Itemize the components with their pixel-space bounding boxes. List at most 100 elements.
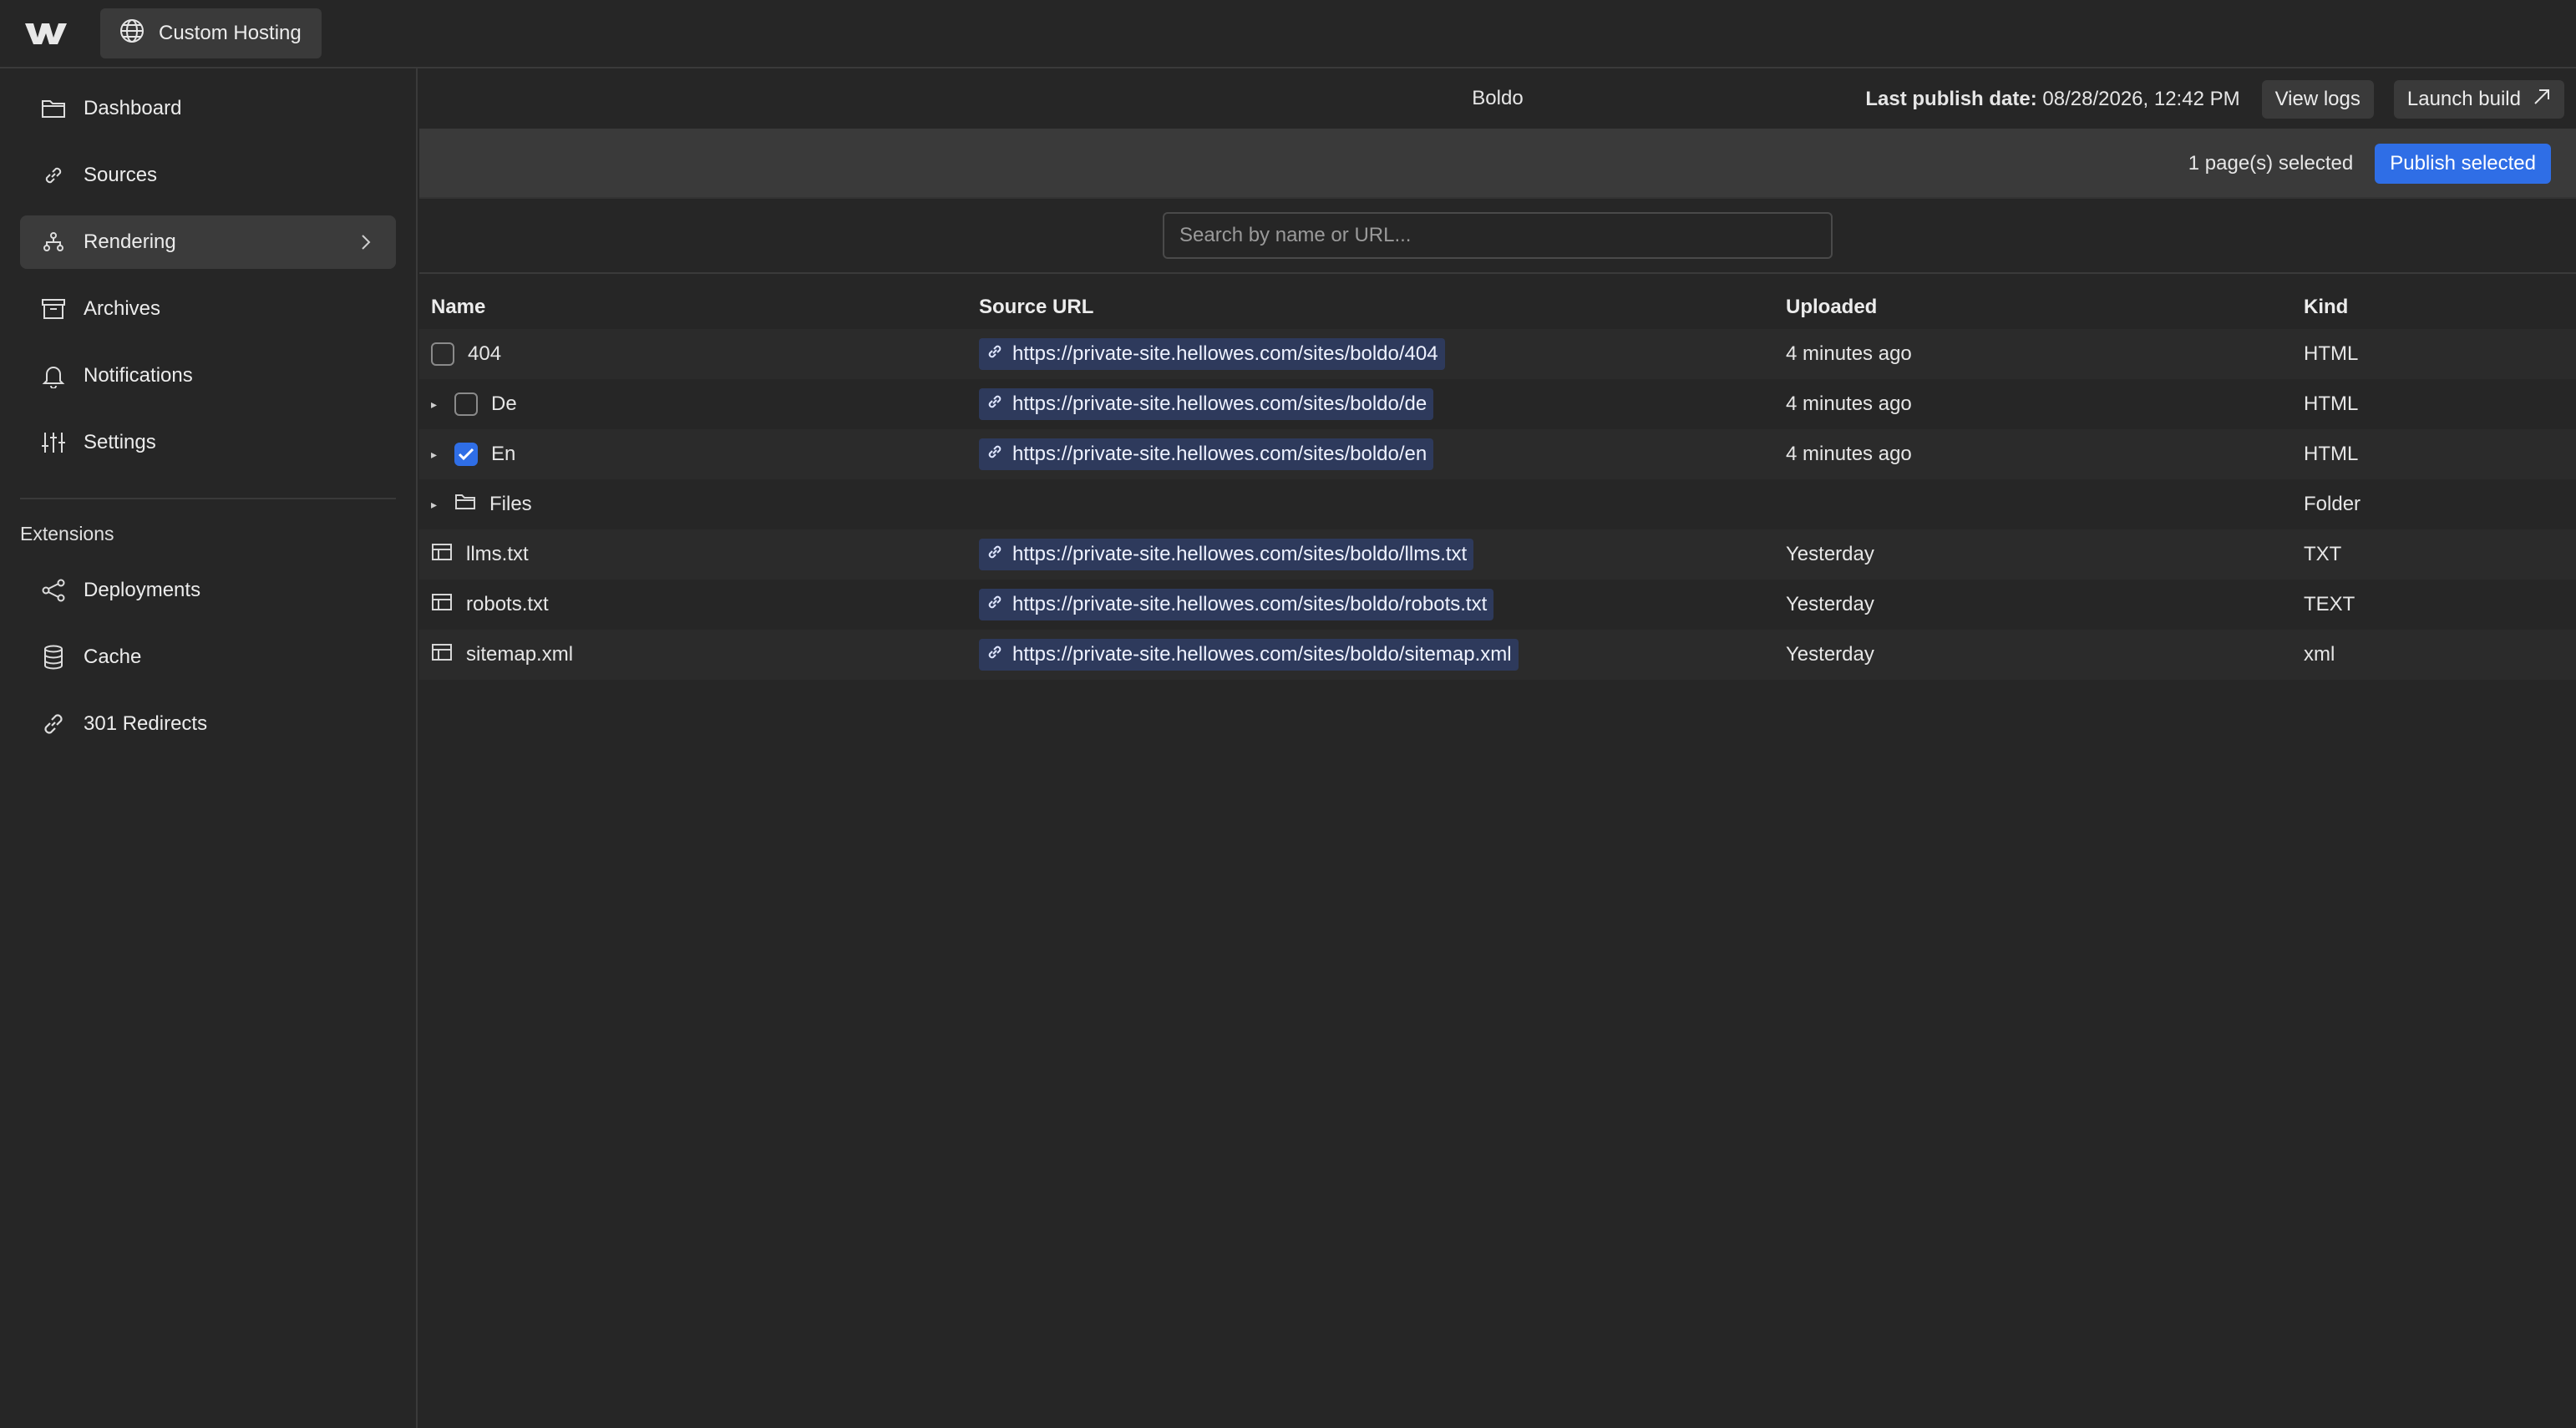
- expand-caret-icon[interactable]: ▸: [431, 448, 441, 462]
- link-icon: [986, 443, 1004, 467]
- search-input[interactable]: [1163, 212, 1833, 259]
- file-table-icon: [431, 542, 453, 568]
- main-content: Boldo Last publish date: 08/28/2026, 12:…: [419, 68, 2576, 1428]
- bell-icon: [40, 362, 67, 389]
- expand-caret-icon[interactable]: ▸: [431, 498, 441, 512]
- link-icon: [40, 162, 67, 189]
- link-icon: [986, 543, 1004, 567]
- row-name: sitemap.xml: [466, 643, 574, 666]
- row-name: Files: [489, 493, 532, 515]
- selection-bar: 1 page(s) selected Publish selected: [419, 130, 2576, 199]
- table-row[interactable]: sitemap.xml https://private-site.hellowe…: [419, 630, 2576, 680]
- row-uploaded: Yesterday: [1786, 529, 2304, 580]
- link-icon: [986, 342, 1004, 367]
- publish-selected-label: Publish selected: [2390, 152, 2536, 175]
- webflow-logo-icon[interactable]: [23, 17, 70, 50]
- sidebar-item-settings[interactable]: Settings: [20, 416, 396, 469]
- sidebar-item-label: Deployments: [84, 579, 201, 601]
- source-url-link[interactable]: https://private-site.hellowes.com/sites/…: [979, 539, 1474, 570]
- row-kind: TXT: [2304, 529, 2576, 580]
- sidebar-item-label: Cache: [84, 646, 142, 668]
- archive-icon: [40, 296, 67, 322]
- sliders-icon: [40, 429, 67, 456]
- row-name: 404: [468, 342, 502, 365]
- site-header: Boldo Last publish date: 08/28/2026, 12:…: [419, 68, 2576, 130]
- row-checkbox[interactable]: [431, 342, 454, 366]
- source-url-link[interactable]: https://private-site.hellowes.com/sites/…: [979, 639, 1519, 671]
- sidebar-item-label: Rendering: [84, 230, 176, 253]
- row-kind: Folder: [2304, 493, 2361, 515]
- sidebar-item-label: Dashboard: [84, 97, 182, 119]
- table-row[interactable]: robots.txt https://private-site.hellowes…: [419, 580, 2576, 630]
- table-row[interactable]: llms.txt https://private-site.hellowes.c…: [419, 529, 2576, 580]
- row-uploaded: [1786, 479, 2304, 529]
- row-uploaded: 4 minutes ago: [1786, 329, 2304, 379]
- last-publish-info: Last publish date: 08/28/2026, 12:42 PM: [1865, 88, 2239, 111]
- row-checkbox[interactable]: [454, 392, 478, 416]
- column-header-name[interactable]: Name: [419, 286, 979, 329]
- sidebar-item-label: 301 Redirects: [84, 712, 208, 735]
- share-icon: [40, 577, 67, 604]
- row-uploaded: Yesterday: [1786, 630, 2304, 680]
- file-table-icon: [431, 642, 453, 668]
- sidebar-item-sources[interactable]: Sources: [20, 149, 396, 202]
- link-icon: [986, 643, 1004, 667]
- sidebar: Dashboard Sources Rendering Archives Not…: [0, 68, 418, 1428]
- table-row[interactable]: ▸ De https://private-site.hellowes.com/s…: [419, 379, 2576, 429]
- row-uploaded: 4 minutes ago: [1786, 392, 1912, 415]
- sidebar-item-rendering[interactable]: Rendering: [20, 215, 396, 269]
- source-url-link[interactable]: https://private-site.hellowes.com/sites/…: [979, 589, 1494, 620]
- row-kind: HTML: [2304, 429, 2576, 479]
- row-uploaded: Yesterday: [1786, 593, 1874, 615]
- view-logs-button[interactable]: View logs: [2261, 80, 2374, 119]
- table-row[interactable]: ▸ Files Folder: [419, 479, 2576, 529]
- last-publish-label: Last publish date:: [1865, 88, 2037, 110]
- top-bar: Custom Hosting: [0, 0, 2576, 68]
- sidebar-item-label: Notifications: [84, 364, 193, 387]
- view-logs-label: View logs: [2274, 88, 2360, 110]
- chain-icon: [40, 711, 67, 737]
- launch-build-label: Launch build: [2406, 88, 2521, 110]
- last-publish-value: 08/28/2026, 12:42 PM: [2042, 88, 2240, 110]
- extensions-heading: Extensions: [20, 523, 114, 544]
- search-row: [419, 199, 2576, 274]
- files-table: Name Source URL Uploaded Kind 404 https:…: [419, 286, 2576, 680]
- row-kind: HTML: [2304, 392, 2359, 415]
- table-row[interactable]: 404 https://private-site.hellowes.com/si…: [419, 329, 2576, 379]
- app-label: Custom Hosting: [159, 22, 302, 44]
- arrow-up-right-icon: [2533, 88, 2551, 112]
- sidebar-item-cache[interactable]: Cache: [20, 630, 396, 684]
- source-url-link[interactable]: https://private-site.hellowes.com/sites/…: [979, 388, 1434, 420]
- expand-caret-icon[interactable]: ▸: [431, 398, 441, 412]
- row-uploaded: 4 minutes ago: [1786, 429, 2304, 479]
- column-header-source-url[interactable]: Source URL: [979, 286, 1786, 329]
- sidebar-item-deployments[interactable]: Deployments: [20, 564, 396, 617]
- row-name: De: [491, 392, 517, 415]
- file-table-icon: [431, 592, 453, 618]
- source-url-text: https://private-site.hellowes.com/sites/…: [1012, 392, 1427, 415]
- row-name: robots.txt: [466, 593, 549, 615]
- row-name: llms.txt: [466, 543, 529, 565]
- sidebar-item-archives[interactable]: Archives: [20, 282, 396, 336]
- source-url-link[interactable]: https://private-site.hellowes.com/sites/…: [979, 338, 1445, 370]
- table-row[interactable]: ▸ En https://private-site.hellowes.com/s…: [419, 429, 2576, 479]
- sidebar-item-notifications[interactable]: Notifications: [20, 349, 396, 403]
- source-url-link[interactable]: https://private-site.hellowes.com/sites/…: [979, 438, 1434, 470]
- selection-count: 1 page(s) selected: [2188, 152, 2354, 175]
- publish-selected-button[interactable]: Publish selected: [2375, 144, 2551, 184]
- column-header-uploaded[interactable]: Uploaded: [1786, 286, 2304, 329]
- source-url-text: https://private-site.hellowes.com/sites/…: [1012, 443, 1427, 465]
- row-kind: xml: [2304, 630, 2576, 680]
- sidebar-item-dashboard[interactable]: Dashboard: [20, 82, 396, 135]
- sidebar-item-301-redirects[interactable]: 301 Redirects: [20, 697, 396, 751]
- launch-build-button[interactable]: Launch build: [2393, 80, 2564, 119]
- database-icon: [40, 644, 67, 671]
- folder-icon: [40, 95, 67, 122]
- folder-icon: [454, 493, 476, 517]
- source-url-text: https://private-site.hellowes.com/sites/…: [1012, 543, 1468, 565]
- link-icon: [986, 392, 1004, 417]
- row-kind: HTML: [2304, 329, 2576, 379]
- row-checkbox-checked[interactable]: [454, 443, 478, 466]
- column-header-kind[interactable]: Kind: [2304, 286, 2576, 329]
- custom-hosting-button[interactable]: Custom Hosting: [100, 8, 322, 58]
